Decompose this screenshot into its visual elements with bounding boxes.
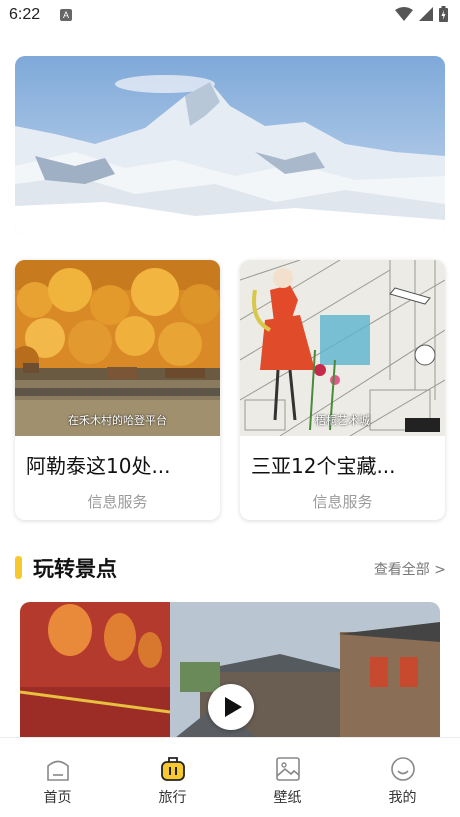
play-icon <box>225 697 242 717</box>
status-icons <box>395 6 448 22</box>
notification-a-icon: A <box>60 9 72 21</box>
card-image: 梧桐艺术城 <box>240 260 445 436</box>
card-title: 阿勒泰这10处... <box>26 454 171 478</box>
section-accent-bar <box>15 556 22 579</box>
card-subtitle: 信息服务 <box>87 493 148 511</box>
signal-icon <box>419 7 433 21</box>
tab-mine[interactable]: 我的 <box>345 738 460 817</box>
card-image: 在禾木村的哈登平台 <box>15 260 220 436</box>
status-time: 6:22 <box>9 6 41 23</box>
card-subtitle: 信息服务 <box>312 493 373 511</box>
suitcase-icon <box>160 757 185 781</box>
mountain-landscape-image <box>15 56 445 234</box>
tab-home-label: 首页 <box>43 790 72 806</box>
card-title: 三亚12个宝藏... <box>251 454 396 478</box>
tab-wallpaper-label: 壁纸 <box>273 790 302 806</box>
article-card-altay[interactable]: 在禾木村的哈登平台 阿勒泰这10处... 信息服务 <box>15 260 220 520</box>
wifi-icon <box>395 7 413 21</box>
feature-video-card[interactable] <box>20 602 440 742</box>
hero-banner[interactable] <box>15 56 445 234</box>
play-button[interactable] <box>208 684 254 730</box>
status-bar: 6:22 A <box>0 0 460 32</box>
tab-travel-label: 旅行 <box>158 790 187 806</box>
home-icon <box>46 760 69 781</box>
tab-travel[interactable]: 旅行 <box>115 738 230 817</box>
tab-wallpaper[interactable]: 壁纸 <box>230 738 345 817</box>
smile-icon <box>390 757 415 781</box>
illustration-image <box>240 260 445 436</box>
card-image-caption: 梧桐艺术城 <box>315 414 370 427</box>
tab-home[interactable]: 首页 <box>0 738 115 817</box>
image-icon <box>275 757 300 781</box>
autumn-forest-image <box>15 260 220 436</box>
bottom-tab-bar: 首页 旅行 壁纸 我的 <box>0 737 460 817</box>
article-card-sanya[interactable]: 梧桐艺术城 三亚12个宝藏... 信息服务 <box>240 260 445 520</box>
card-image-caption: 在禾木村的哈登平台 <box>68 414 167 427</box>
view-all-link[interactable]: 查看全部 > <box>374 559 446 579</box>
battery-icon <box>439 6 448 22</box>
section-title: 玩转景点 <box>33 557 117 581</box>
tab-mine-label: 我的 <box>388 790 417 806</box>
